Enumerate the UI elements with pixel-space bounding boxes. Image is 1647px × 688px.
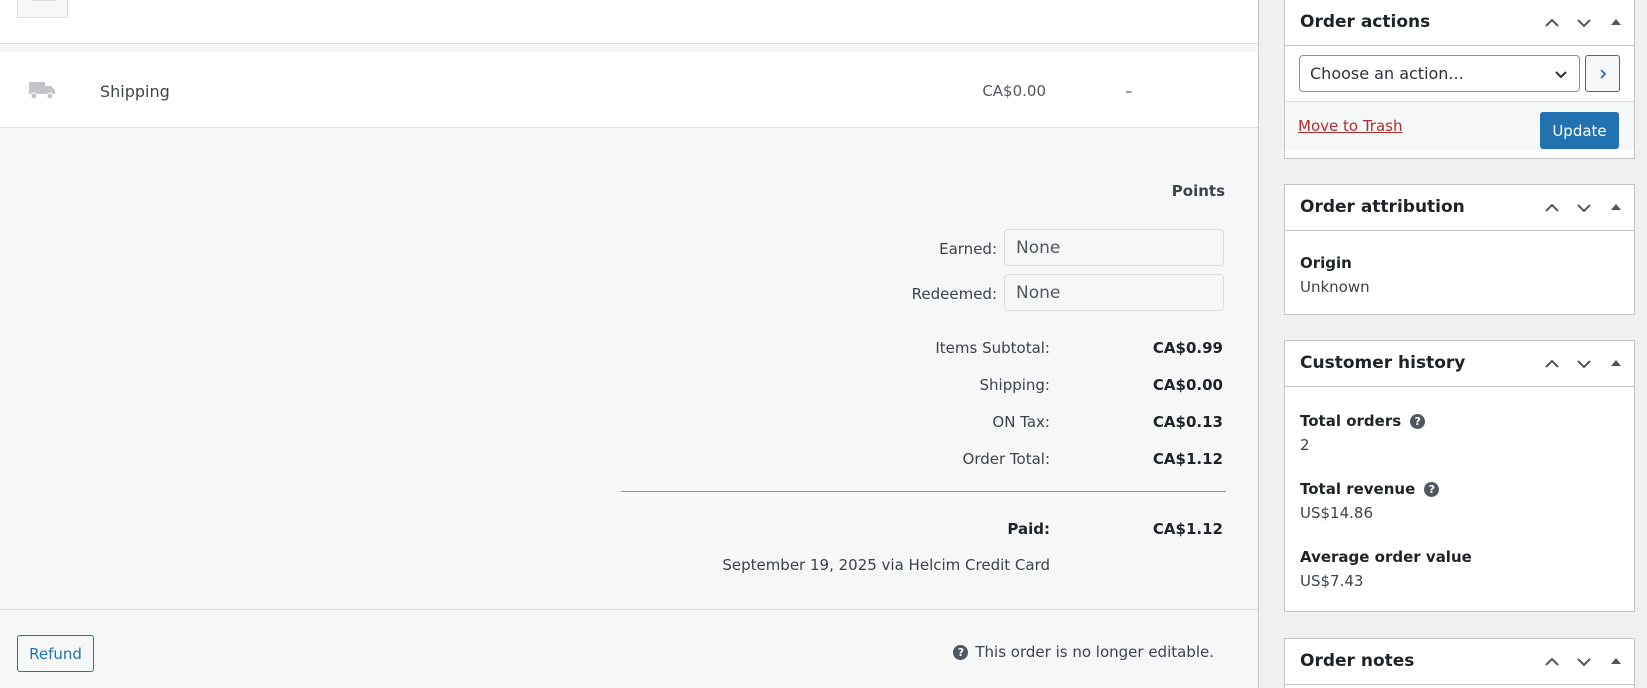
help-icon[interactable]: ? — [1410, 413, 1426, 429]
order-actions-box: Order actions Choose an action... Move t… — [1284, 0, 1635, 159]
shipping-line-cost: CA$0.00 — [982, 82, 1046, 100]
order-attribution-title: Order attribution — [1300, 197, 1465, 217]
order-totals: Points Earned: Redeemed: Items Subtotal:… — [0, 128, 1258, 610]
order-items-panel: Shipping CA$0.00 – Points Earned: Redeem… — [0, 0, 1259, 688]
paid-label: Paid: — [1007, 520, 1050, 538]
move-down-icon[interactable] — [1574, 198, 1594, 218]
order-attribution-header: Order attribution — [1285, 185, 1634, 231]
update-button[interactable]: Update — [1540, 112, 1619, 149]
move-down-icon[interactable] — [1574, 354, 1594, 374]
order-item-row — [0, 0, 1258, 44]
customer-history-box: Customer history Total orders ? 2 Total … — [1284, 340, 1635, 612]
collapse-toggle-icon[interactable] — [1606, 652, 1626, 672]
move-up-icon[interactable] — [1542, 652, 1562, 672]
not-editable-notice: ? This order is no longer editable. — [953, 643, 1214, 661]
move-up-icon[interactable] — [1542, 354, 1562, 374]
total-revenue-label: Total revenue ? — [1300, 480, 1619, 498]
earned-points-input[interactable] — [1004, 229, 1224, 266]
total-revenue-label-text: Total revenue — [1300, 480, 1416, 498]
collapse-toggle-icon[interactable] — [1606, 13, 1626, 33]
move-down-icon[interactable] — [1574, 13, 1594, 33]
totals-divider — [621, 491, 1226, 492]
shipping-line-tax: – — [1125, 82, 1133, 100]
tax-label: ON Tax: — [992, 413, 1050, 431]
shipping-total-label: Shipping: — [979, 376, 1051, 394]
order-action-select-value: Choose an action... — [1310, 64, 1464, 83]
apply-action-button[interactable] — [1585, 55, 1620, 92]
truck-icon — [29, 82, 55, 100]
collapse-toggle-icon[interactable] — [1606, 198, 1626, 218]
order-items-footer: Refund ? This order is no longer editabl… — [0, 609, 1258, 688]
items-subtotal-value: CA$0.99 — [1152, 339, 1223, 357]
earned-label: Earned: — [939, 240, 997, 258]
shipping-line-row: Shipping CA$0.00 – — [0, 52, 1258, 128]
move-to-trash-link[interactable]: Move to Trash — [1298, 117, 1402, 135]
items-subtotal-label: Items Subtotal: — [935, 339, 1050, 357]
shipping-total-value: CA$0.00 — [1152, 376, 1223, 394]
origin-value: Unknown — [1300, 278, 1370, 296]
order-notes-header: Order notes — [1285, 639, 1634, 685]
order-actions-header: Order actions — [1285, 0, 1634, 46]
move-up-icon[interactable] — [1542, 13, 1562, 33]
total-revenue-value: US$14.86 — [1300, 504, 1373, 522]
points-heading: Points — [1171, 182, 1225, 200]
order-total-label: Order Total: — [962, 450, 1050, 468]
move-down-icon[interactable] — [1574, 652, 1594, 672]
customer-history-title: Customer history — [1300, 353, 1466, 373]
help-icon: ? — [953, 644, 969, 660]
tax-value: CA$0.13 — [1152, 413, 1223, 431]
customer-history-header: Customer history — [1285, 341, 1634, 387]
total-orders-label-text: Total orders — [1300, 412, 1402, 430]
refund-button[interactable]: Refund — [17, 635, 94, 672]
product-thumbnail — [17, 0, 68, 18]
order-actions-title: Order actions — [1300, 12, 1431, 32]
redeemed-label: Redeemed: — [911, 285, 997, 303]
chevron-down-icon — [1555, 70, 1567, 78]
order-actions-footer: Move to Trash Update — [1285, 101, 1634, 150]
order-notes-title: Order notes — [1300, 651, 1415, 671]
origin-label: Origin — [1300, 254, 1352, 272]
order-attribution-box: Order attribution Origin Unknown — [1284, 184, 1635, 315]
chevron-right-icon — [1599, 68, 1606, 79]
order-action-select[interactable]: Choose an action... — [1299, 55, 1580, 92]
total-orders-label: Total orders ? — [1300, 412, 1619, 430]
average-order-value: US$7.43 — [1300, 572, 1364, 590]
order-attribution-body: Origin Unknown — [1285, 231, 1634, 296]
not-editable-text: This order is no longer editable. — [975, 643, 1214, 661]
order-notes-box: Order notes — [1284, 638, 1635, 688]
redeemed-points-input[interactable] — [1004, 274, 1224, 311]
order-total-value: CA$1.12 — [1152, 450, 1223, 468]
total-orders-value: 2 — [1300, 436, 1310, 454]
move-up-icon[interactable] — [1542, 198, 1562, 218]
paid-value: CA$1.12 — [1152, 520, 1223, 538]
average-order-value-label: Average order value — [1300, 548, 1472, 566]
customer-history-body: Total orders ? 2 Total revenue ? US$14.8… — [1285, 387, 1634, 590]
help-icon[interactable]: ? — [1424, 481, 1440, 497]
order-actions-body: Choose an action... Move to Trash Update — [1285, 46, 1634, 150]
collapse-toggle-icon[interactable] — [1606, 354, 1626, 374]
shipping-line-label: Shipping — [100, 82, 170, 101]
payment-note: September 19, 2025 via Helcim Credit Car… — [722, 556, 1050, 574]
